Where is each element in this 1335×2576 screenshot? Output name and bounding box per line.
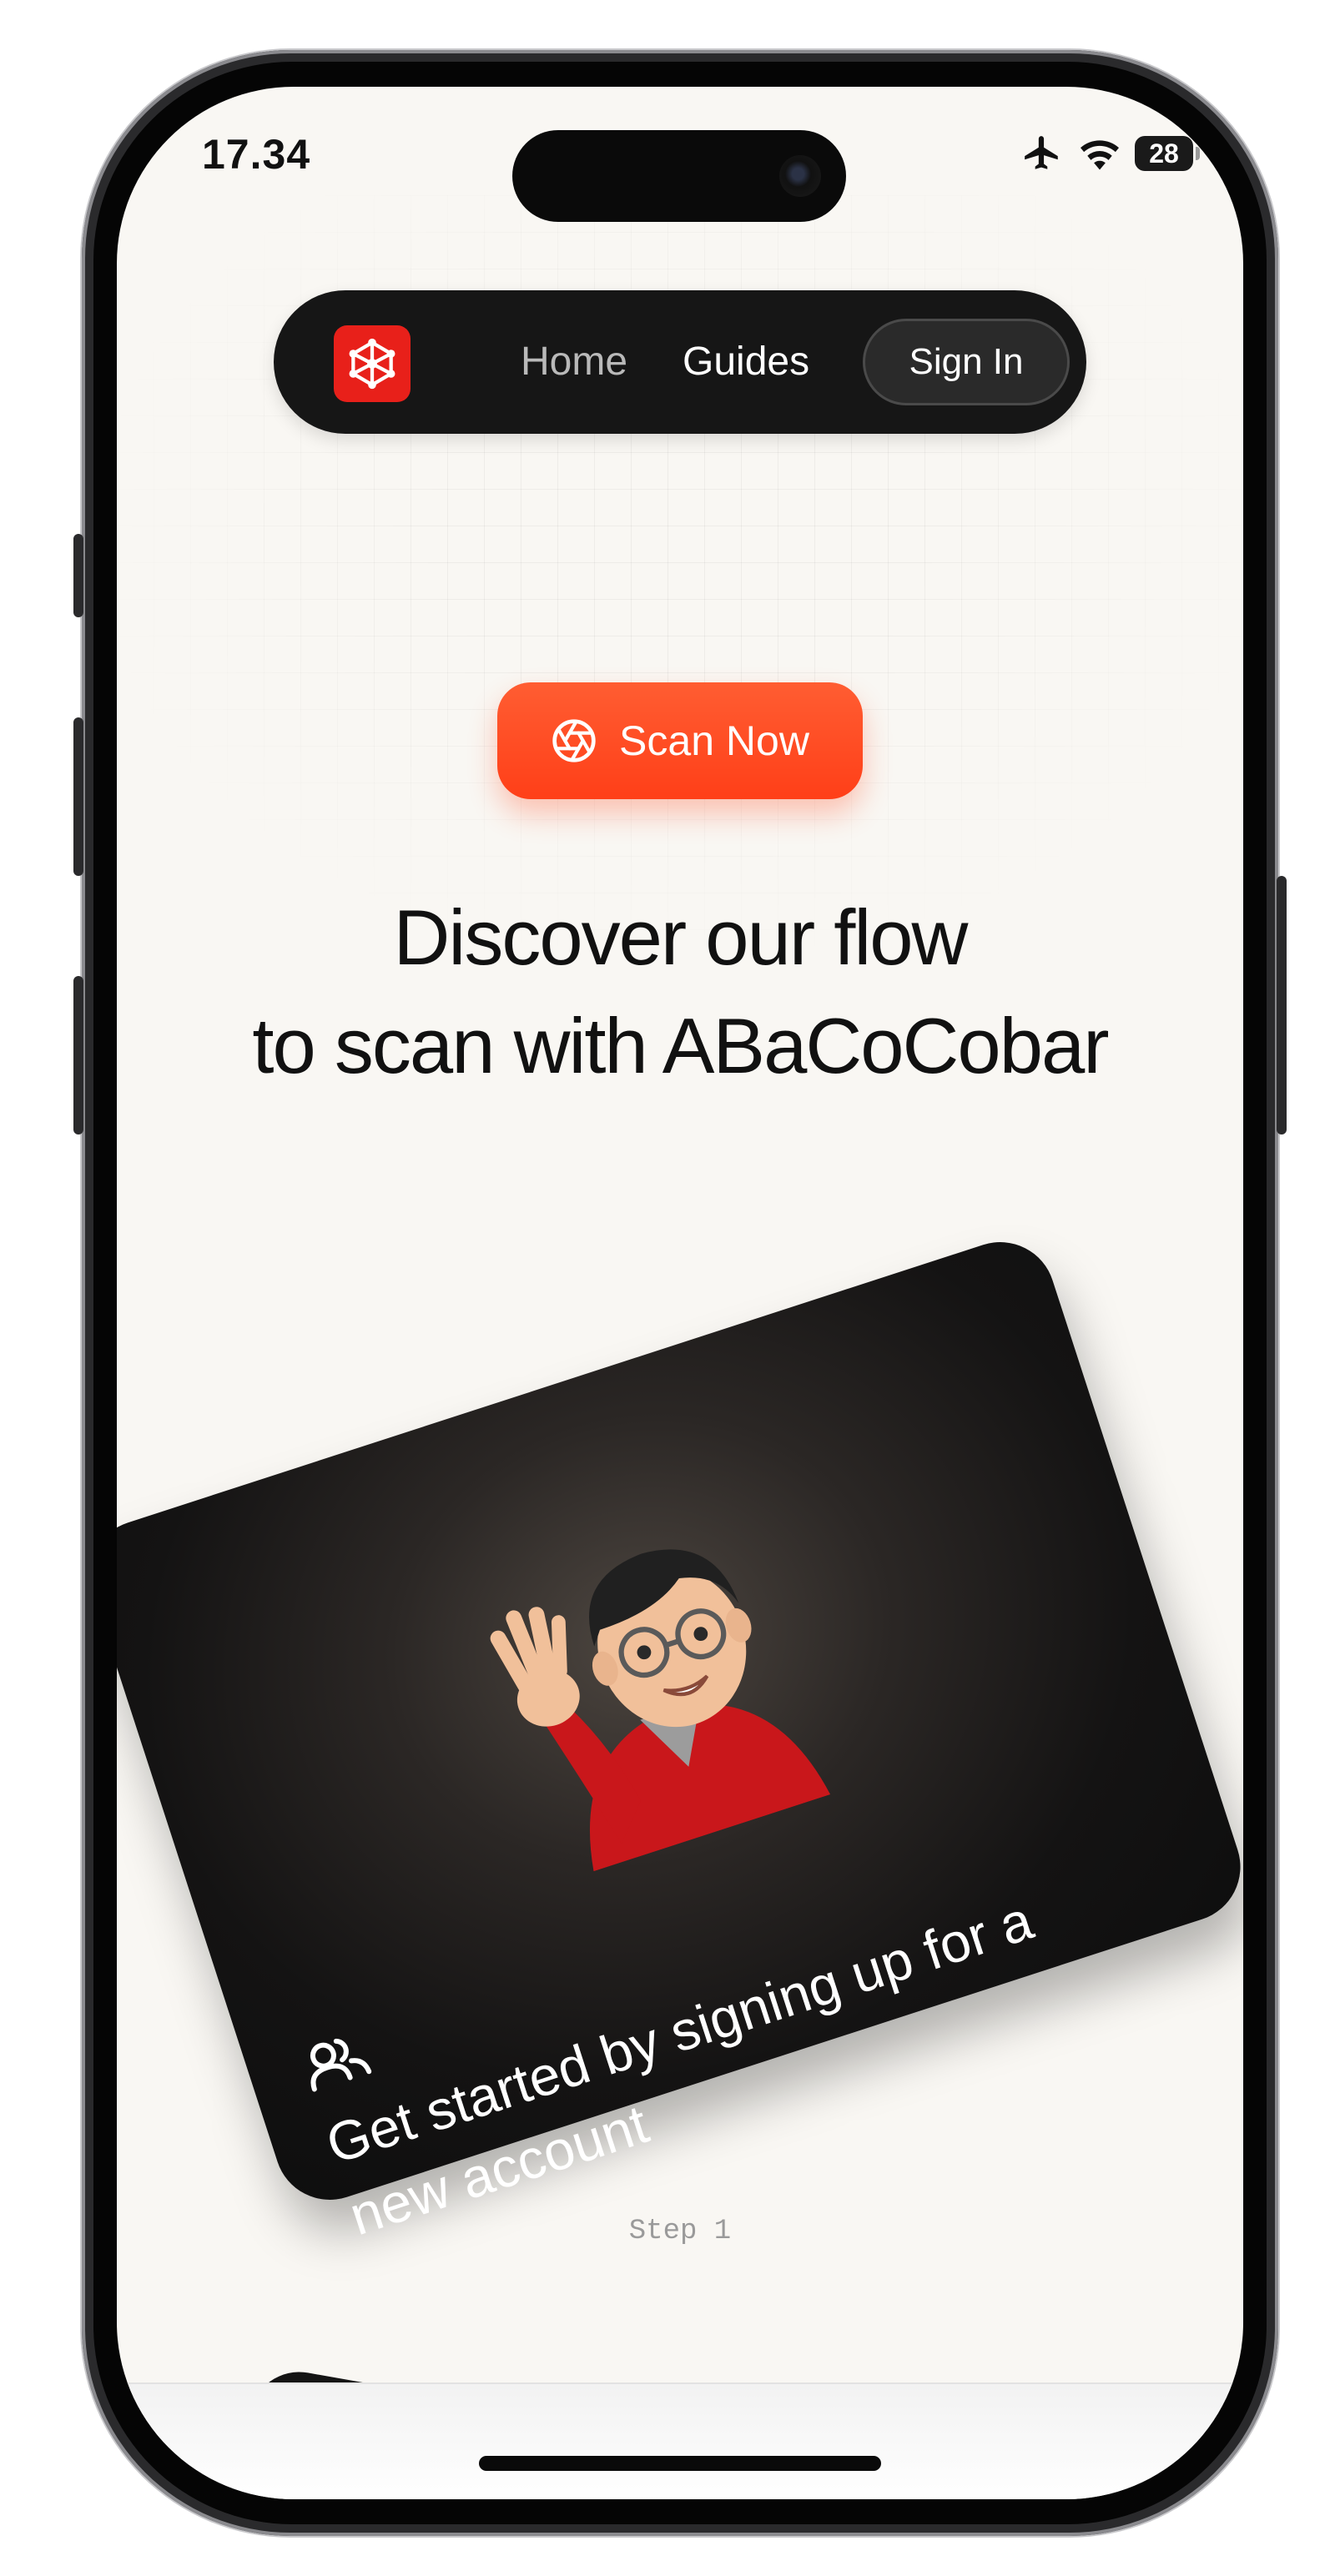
screen: 17.34 28 Home Guides Sign In Scan Now Di… <box>117 87 1243 2499</box>
step-card[interactable]: Get started by signing up for a new acco… <box>117 1227 1243 2246</box>
wifi-icon <box>1081 140 1119 170</box>
browser-bottom-bar <box>117 2382 1243 2499</box>
status-time: 17.34 <box>202 131 311 178</box>
users-icon <box>310 2038 372 2092</box>
aperture-icon <box>552 719 596 762</box>
status-icons: 28 <box>1020 128 1200 179</box>
battery-level: 28 <box>1149 138 1179 169</box>
volume-down-button <box>73 976 83 1135</box>
page-headline: Discover our flow to scan with ABaCoCoba… <box>117 883 1243 1100</box>
home-indicator[interactable] <box>479 2456 881 2471</box>
volume-up-button <box>73 717 83 876</box>
action-button <box>73 534 83 617</box>
nav-guides-link[interactable]: Guides <box>683 339 809 385</box>
app-logo[interactable] <box>334 325 411 402</box>
top-nav: Home Guides Sign In <box>274 290 1086 434</box>
sign-in-button[interactable]: Sign In <box>863 319 1070 405</box>
step-label: Step 1 <box>628 2216 732 2247</box>
waving-memoji-avatar <box>490 1549 831 1872</box>
nav-home-link[interactable]: Home <box>521 339 627 385</box>
step-card-text: Get started by signing up for a new acco… <box>317 1827 1237 2253</box>
dynamic-island <box>512 130 846 222</box>
logo-network-icon <box>349 338 395 390</box>
step-card-text-line-1: Get started by signing up for a <box>319 1889 1040 2176</box>
scan-now-button[interactable]: Scan Now <box>497 682 863 799</box>
airplane-icon <box>1025 136 1058 169</box>
power-button <box>1277 876 1287 1135</box>
scan-now-label: Scan Now <box>619 717 809 764</box>
headline-line-1: Discover our flow <box>393 893 969 981</box>
camera-icon <box>779 155 821 197</box>
battery-icon: 28 <box>1135 136 1200 171</box>
headline-line-2: to scan with ABaCoCobar <box>252 1002 1109 1089</box>
